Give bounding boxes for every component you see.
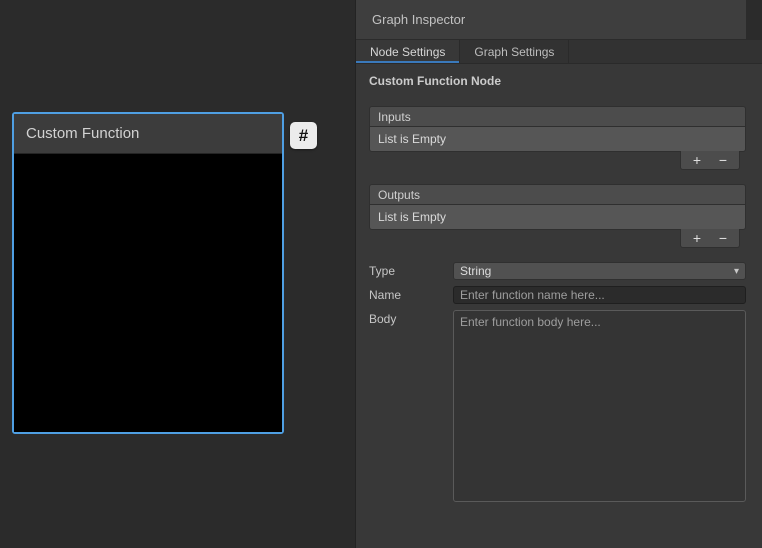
inputs-list: Inputs List is Empty + − — [369, 106, 746, 172]
shader-graph-window: Custom Function # Graph Inspector Node S… — [0, 0, 762, 548]
section-title: Custom Function Node — [369, 74, 746, 88]
inputs-list-empty-row: List is Empty — [369, 126, 746, 152]
outputs-list: Outputs List is Empty + − — [369, 184, 746, 250]
hash-badge[interactable]: # — [290, 122, 317, 149]
outputs-list-footer: + − — [369, 230, 746, 250]
outputs-list-header: Outputs — [369, 184, 746, 204]
inputs-list-footer: + − — [369, 152, 746, 172]
tab-node-settings[interactable]: Node Settings — [356, 40, 460, 63]
body-field-row: Body — [369, 310, 746, 502]
custom-function-node[interactable]: Custom Function — [12, 112, 284, 434]
name-field-row: Name — [369, 286, 746, 304]
panel-header[interactable]: Graph Inspector — [356, 0, 746, 40]
chevron-down-icon: ▾ — [734, 266, 739, 277]
inputs-list-header: Inputs — [369, 106, 746, 126]
panel-corner — [746, 0, 762, 40]
name-label: Name — [369, 286, 453, 304]
outputs-add-button[interactable]: + — [687, 230, 707, 246]
function-body-input[interactable] — [453, 310, 746, 502]
type-dropdown-value: String — [460, 264, 491, 278]
panel-title: Graph Inspector — [372, 12, 465, 27]
inputs-list-buttons: + − — [680, 151, 740, 170]
inputs-add-button[interactable]: + — [687, 152, 707, 168]
inspector-content: Custom Function Node Inputs List is Empt… — [356, 64, 762, 502]
tab-graph-settings[interactable]: Graph Settings — [460, 40, 569, 63]
node-body — [14, 155, 282, 432]
type-field-row: Type String ▾ — [369, 262, 746, 280]
outputs-empty-text: List is Empty — [378, 210, 446, 224]
function-name-input[interactable] — [453, 286, 746, 304]
graph-inspector-panel: Graph Inspector Node Settings Graph Sett… — [355, 0, 762, 548]
outputs-list-title: Outputs — [378, 188, 420, 202]
tabs-bar: Node Settings Graph Settings — [356, 40, 762, 64]
body-label: Body — [369, 310, 453, 502]
outputs-remove-button[interactable]: − — [713, 230, 733, 246]
tab-node-settings-label: Node Settings — [370, 45, 445, 59]
outputs-list-empty-row: List is Empty — [369, 204, 746, 230]
tab-graph-settings-label: Graph Settings — [474, 45, 554, 59]
inputs-remove-button[interactable]: − — [713, 152, 733, 168]
graph-canvas[interactable]: Custom Function # — [0, 0, 355, 548]
type-label: Type — [369, 262, 453, 280]
node-title: Custom Function — [14, 114, 282, 154]
type-dropdown[interactable]: String ▾ — [453, 262, 746, 280]
outputs-list-buttons: + − — [680, 229, 740, 248]
inputs-empty-text: List is Empty — [378, 132, 446, 146]
inputs-list-title: Inputs — [378, 110, 411, 124]
